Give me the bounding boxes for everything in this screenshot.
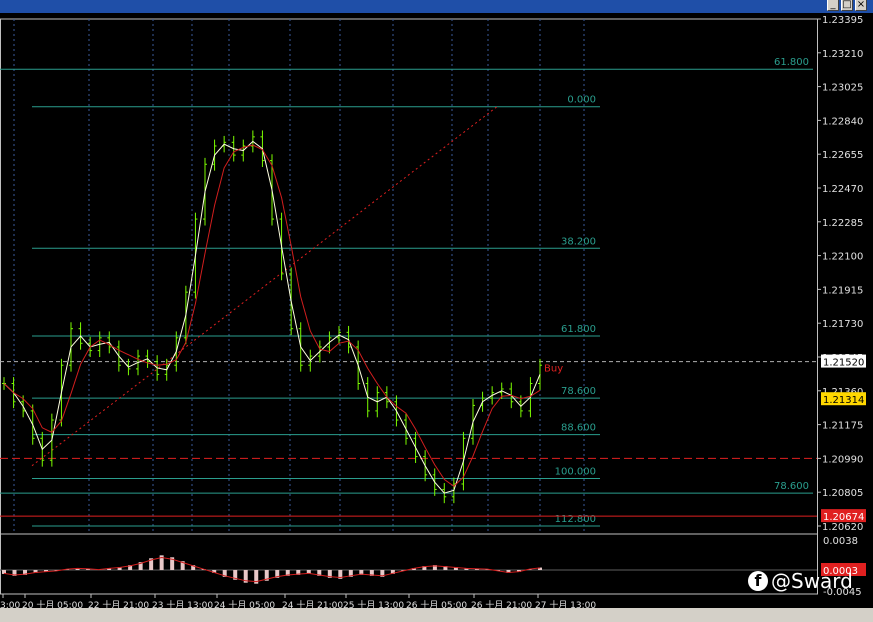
window-titlebar: _ □ ×	[0, 0, 873, 13]
minimize-button[interactable]: _	[827, 0, 839, 11]
watermark: f @Sward	[748, 569, 853, 593]
price-tick-label-6: 1.22285	[822, 218, 863, 229]
status-strip	[0, 608, 873, 622]
fib-label-3: 61.800	[561, 324, 596, 335]
second-price-label: 1.21314	[823, 395, 864, 406]
oscillator-panel	[0, 533, 818, 595]
price-chart[interactable]: 1.23395 1.23210 1.23025 1.22840 1.22655 1.224…	[0, 13, 873, 622]
osc-label-0: 0.0038	[823, 536, 858, 547]
price-tick-label-3: 1.22840	[822, 116, 863, 127]
price-tick-label-13: 1.20990	[822, 454, 863, 465]
trend-line	[31, 106, 498, 467]
fib-label-4: 78.600	[561, 386, 596, 397]
watermark-text: @Sward	[771, 569, 853, 593]
fib-label-1: 0.000	[567, 95, 596, 106]
price-tick-label-7: 1.22100	[822, 252, 863, 263]
fib-label-2: 38.200	[561, 236, 596, 247]
facebook-icon: f	[748, 571, 768, 591]
current-price-label: 1.21520	[823, 358, 864, 369]
price-tick-label-4: 1.22655	[822, 150, 863, 161]
price-tick-label-2: 1.23025	[822, 83, 863, 94]
buy-level-label: 1.20674	[823, 512, 864, 523]
fib-label-0: 61.800	[774, 57, 809, 68]
price-tick-label-12: 1.21175	[822, 421, 863, 432]
buy-text: Buy	[544, 364, 563, 375]
chart-window: 1.23395 1.23210 1.23025 1.22840 1.22655 1.224…	[0, 13, 873, 622]
plot-border	[0, 18, 818, 535]
fib-label-5: 88.600	[561, 423, 596, 434]
fib-label-6: 100.000	[555, 466, 596, 477]
close-button[interactable]: ×	[855, 0, 867, 11]
price-tick-label-9: 1.21730	[822, 319, 863, 330]
price-tick-label-8: 1.21915	[822, 285, 863, 296]
price-tick-label-15: 1.20620	[822, 522, 863, 533]
price-tick-label-1: 1.23210	[822, 49, 863, 60]
price-tick-label-5: 1.22470	[822, 184, 863, 195]
price-tick-label-14: 1.20805	[822, 488, 863, 499]
fib-label-7: 78.600	[774, 481, 809, 492]
price-tick-label-0: 1.23395	[822, 15, 863, 26]
maximize-button[interactable]: □	[841, 0, 853, 11]
